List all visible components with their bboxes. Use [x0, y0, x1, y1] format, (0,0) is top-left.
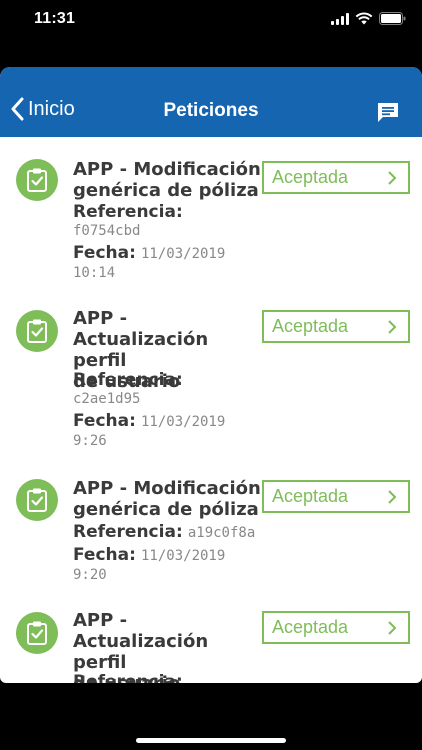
reference-label: Referencia: — [73, 202, 183, 222]
page-title: Peticiones — [163, 100, 259, 121]
clipboard-check-icon — [16, 310, 58, 352]
navigation-bar: Inicio Peticiones — [0, 67, 422, 137]
date-value: 11/03/2019 — [141, 548, 226, 564]
status-label: Aceptada — [272, 316, 349, 336]
chevron-right-icon — [388, 490, 397, 504]
reference-value: a19c0f8a — [187, 525, 256, 541]
app-screen: Inicio Peticiones APP - Modificación gen… — [0, 67, 422, 683]
chevron-right-icon — [388, 320, 397, 334]
request-details: Referencia: a19c0f8a Fecha: 11/03/2019 9… — [73, 522, 273, 585]
status-icons — [331, 12, 406, 25]
request-details: Referencia: c2ae1d95 Fecha: 11/03/2019 9… — [73, 371, 273, 451]
battery-icon — [379, 12, 406, 25]
chat-bubble-icon — [378, 103, 398, 122]
home-indicator[interactable] — [136, 738, 286, 743]
reference-label: Referencia: — [73, 672, 183, 684]
date-value: 11/03/2019 — [141, 414, 226, 430]
clipboard-check-icon — [16, 159, 58, 201]
status-button[interactable]: Aceptada — [262, 161, 410, 194]
clipboard-check-icon — [16, 479, 58, 521]
date-value: 11/03/2019 — [141, 246, 226, 262]
reference-label: Referencia: — [73, 522, 183, 542]
reference-label: Referencia: — [73, 370, 183, 390]
date-label: Fecha: — [73, 243, 136, 263]
date-label: Fecha: — [73, 411, 136, 431]
chevron-right-icon — [388, 171, 397, 185]
status-button[interactable]: Aceptada — [262, 480, 410, 513]
request-details: Referencia: — [73, 672, 273, 684]
wifi-icon — [355, 12, 373, 25]
time-value: 9:20 — [73, 567, 107, 583]
status-button[interactable]: Aceptada — [262, 310, 410, 343]
request-details: Referencia: f0754cbd Fecha: 11/03/2019 1… — [73, 203, 273, 283]
request-row[interactable]: APP - Actualización perfil de usuario Re… — [0, 587, 422, 683]
status-button[interactable]: Aceptada — [262, 611, 410, 644]
reference-value: f0754cbd — [73, 223, 141, 239]
request-row[interactable]: APP - Actualización perfil de usuario Re… — [0, 287, 422, 457]
request-row[interactable]: APP - Modificación genérica de póliza Re… — [0, 137, 422, 287]
cellular-signal-icon — [331, 12, 349, 25]
requests-list: APP - Modificación genérica de póliza Re… — [0, 137, 422, 683]
reference-value: c2ae1d95 — [73, 391, 141, 407]
date-label: Fecha: — [73, 545, 136, 565]
time-value: 9:26 — [73, 433, 107, 449]
status-label: Aceptada — [272, 617, 349, 637]
status-label: Aceptada — [272, 486, 349, 506]
clipboard-check-icon — [16, 612, 58, 654]
status-bar: 11:31 — [0, 0, 422, 44]
chevron-right-icon — [388, 621, 397, 635]
chat-button[interactable] — [376, 101, 400, 127]
time-value: 10:14 — [73, 265, 116, 281]
status-label: Aceptada — [272, 167, 349, 187]
request-title: APP - Modificación genérica de póliza — [73, 159, 261, 201]
request-row[interactable]: APP - Modificación genérica de póliza Re… — [0, 457, 422, 587]
request-title: APP - Modificación genérica de póliza — [73, 478, 261, 520]
status-time: 11:31 — [34, 10, 76, 27]
